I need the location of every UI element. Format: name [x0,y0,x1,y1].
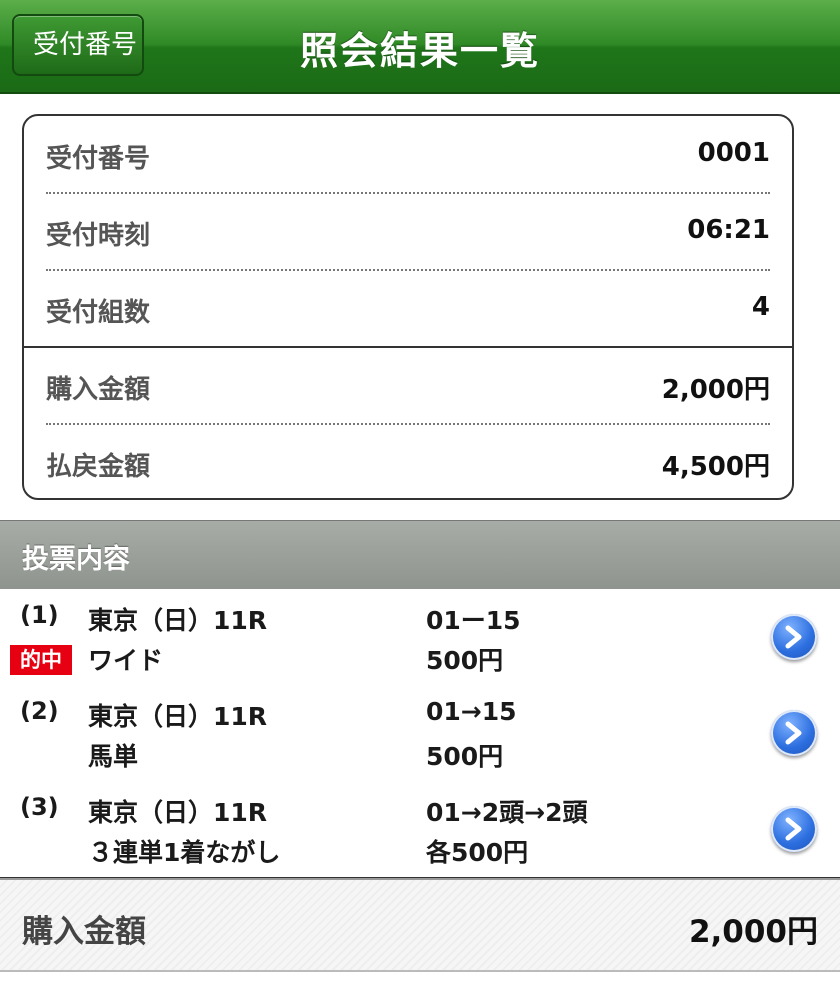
total-value: 2,000円 [688,914,818,950]
header-bar: 受付番号 照会結果一覧 [0,0,840,94]
bet-row-1[interactable]: (1) 東京（日）11R 的中 ワイド 01ー15 500円 [0,589,840,687]
bet-race: 東京（日）11R [88,798,268,827]
bet-row-2[interactable]: (2) 東京（日）11R 馬単 01→15 500円 [0,685,840,783]
bet-number: (1) [20,601,59,629]
hit-badge: 的中 [10,645,72,675]
bet-amount: 各500円 [426,838,529,867]
section-title: 投票内容 [22,544,130,575]
bet-row-3[interactable]: (3) 東京（日）11R ３連単1着ながし 01→2頭→2頭 各500円 [0,781,840,879]
bottom-divider [0,970,840,982]
summary-label: 購入金額 [46,375,151,405]
bet-combination: 01→2頭→2頭 [426,798,588,827]
summary-label: 受付組数 [46,298,151,328]
summary-value: 0001 [697,138,770,168]
summary-row-purchase-amount: 購入金額 2,000円 [46,347,770,425]
bet-amount: 500円 [426,646,504,675]
page-title: 照会結果一覧 [299,29,540,73]
total-footer: 購入金額 2,000円 [0,878,840,972]
summary-row-receipt-number: 受付番号 0001 [46,116,770,194]
summary-card: 受付番号 0001 受付時刻 06:21 受付組数 4 購入金額 2,000円 … [22,114,794,500]
summary-row-payout-amount: 払戻金額 4,500円 [46,424,770,500]
bet-amount: 500円 [426,742,504,771]
total-label: 購入金額 [22,914,146,950]
summary-label: 受付時刻 [46,221,151,251]
chevron-right-circle-icon[interactable] [771,710,817,756]
bet-type: 馬単 [88,742,139,771]
bet-combination: 01→15 [426,697,517,726]
summary-value: 4 [751,292,770,322]
chevron-right-circle-icon[interactable] [771,806,817,852]
summary-row-receipt-time: 受付時刻 06:21 [46,193,770,271]
summary-value: 2,000円 [661,375,770,405]
bet-type: ワイド [88,646,164,675]
chevron-right-circle-icon[interactable] [771,614,817,660]
summary-label: 受付番号 [46,144,151,174]
bet-race: 東京（日）11R [88,606,268,635]
summary-value: 06:21 [687,215,770,245]
bet-combination: 01ー15 [426,606,521,635]
summary-value: 4,500円 [661,452,770,482]
bet-race: 東京（日）11R [88,702,268,731]
summary-label: 払戻金額 [46,452,151,482]
bet-type: ３連単1着ながし [88,838,281,867]
bet-number: (2) [20,697,59,725]
summary-row-set-count: 受付組数 4 [46,270,770,346]
bet-number: (3) [20,793,59,821]
section-header: 投票内容 [0,520,840,590]
